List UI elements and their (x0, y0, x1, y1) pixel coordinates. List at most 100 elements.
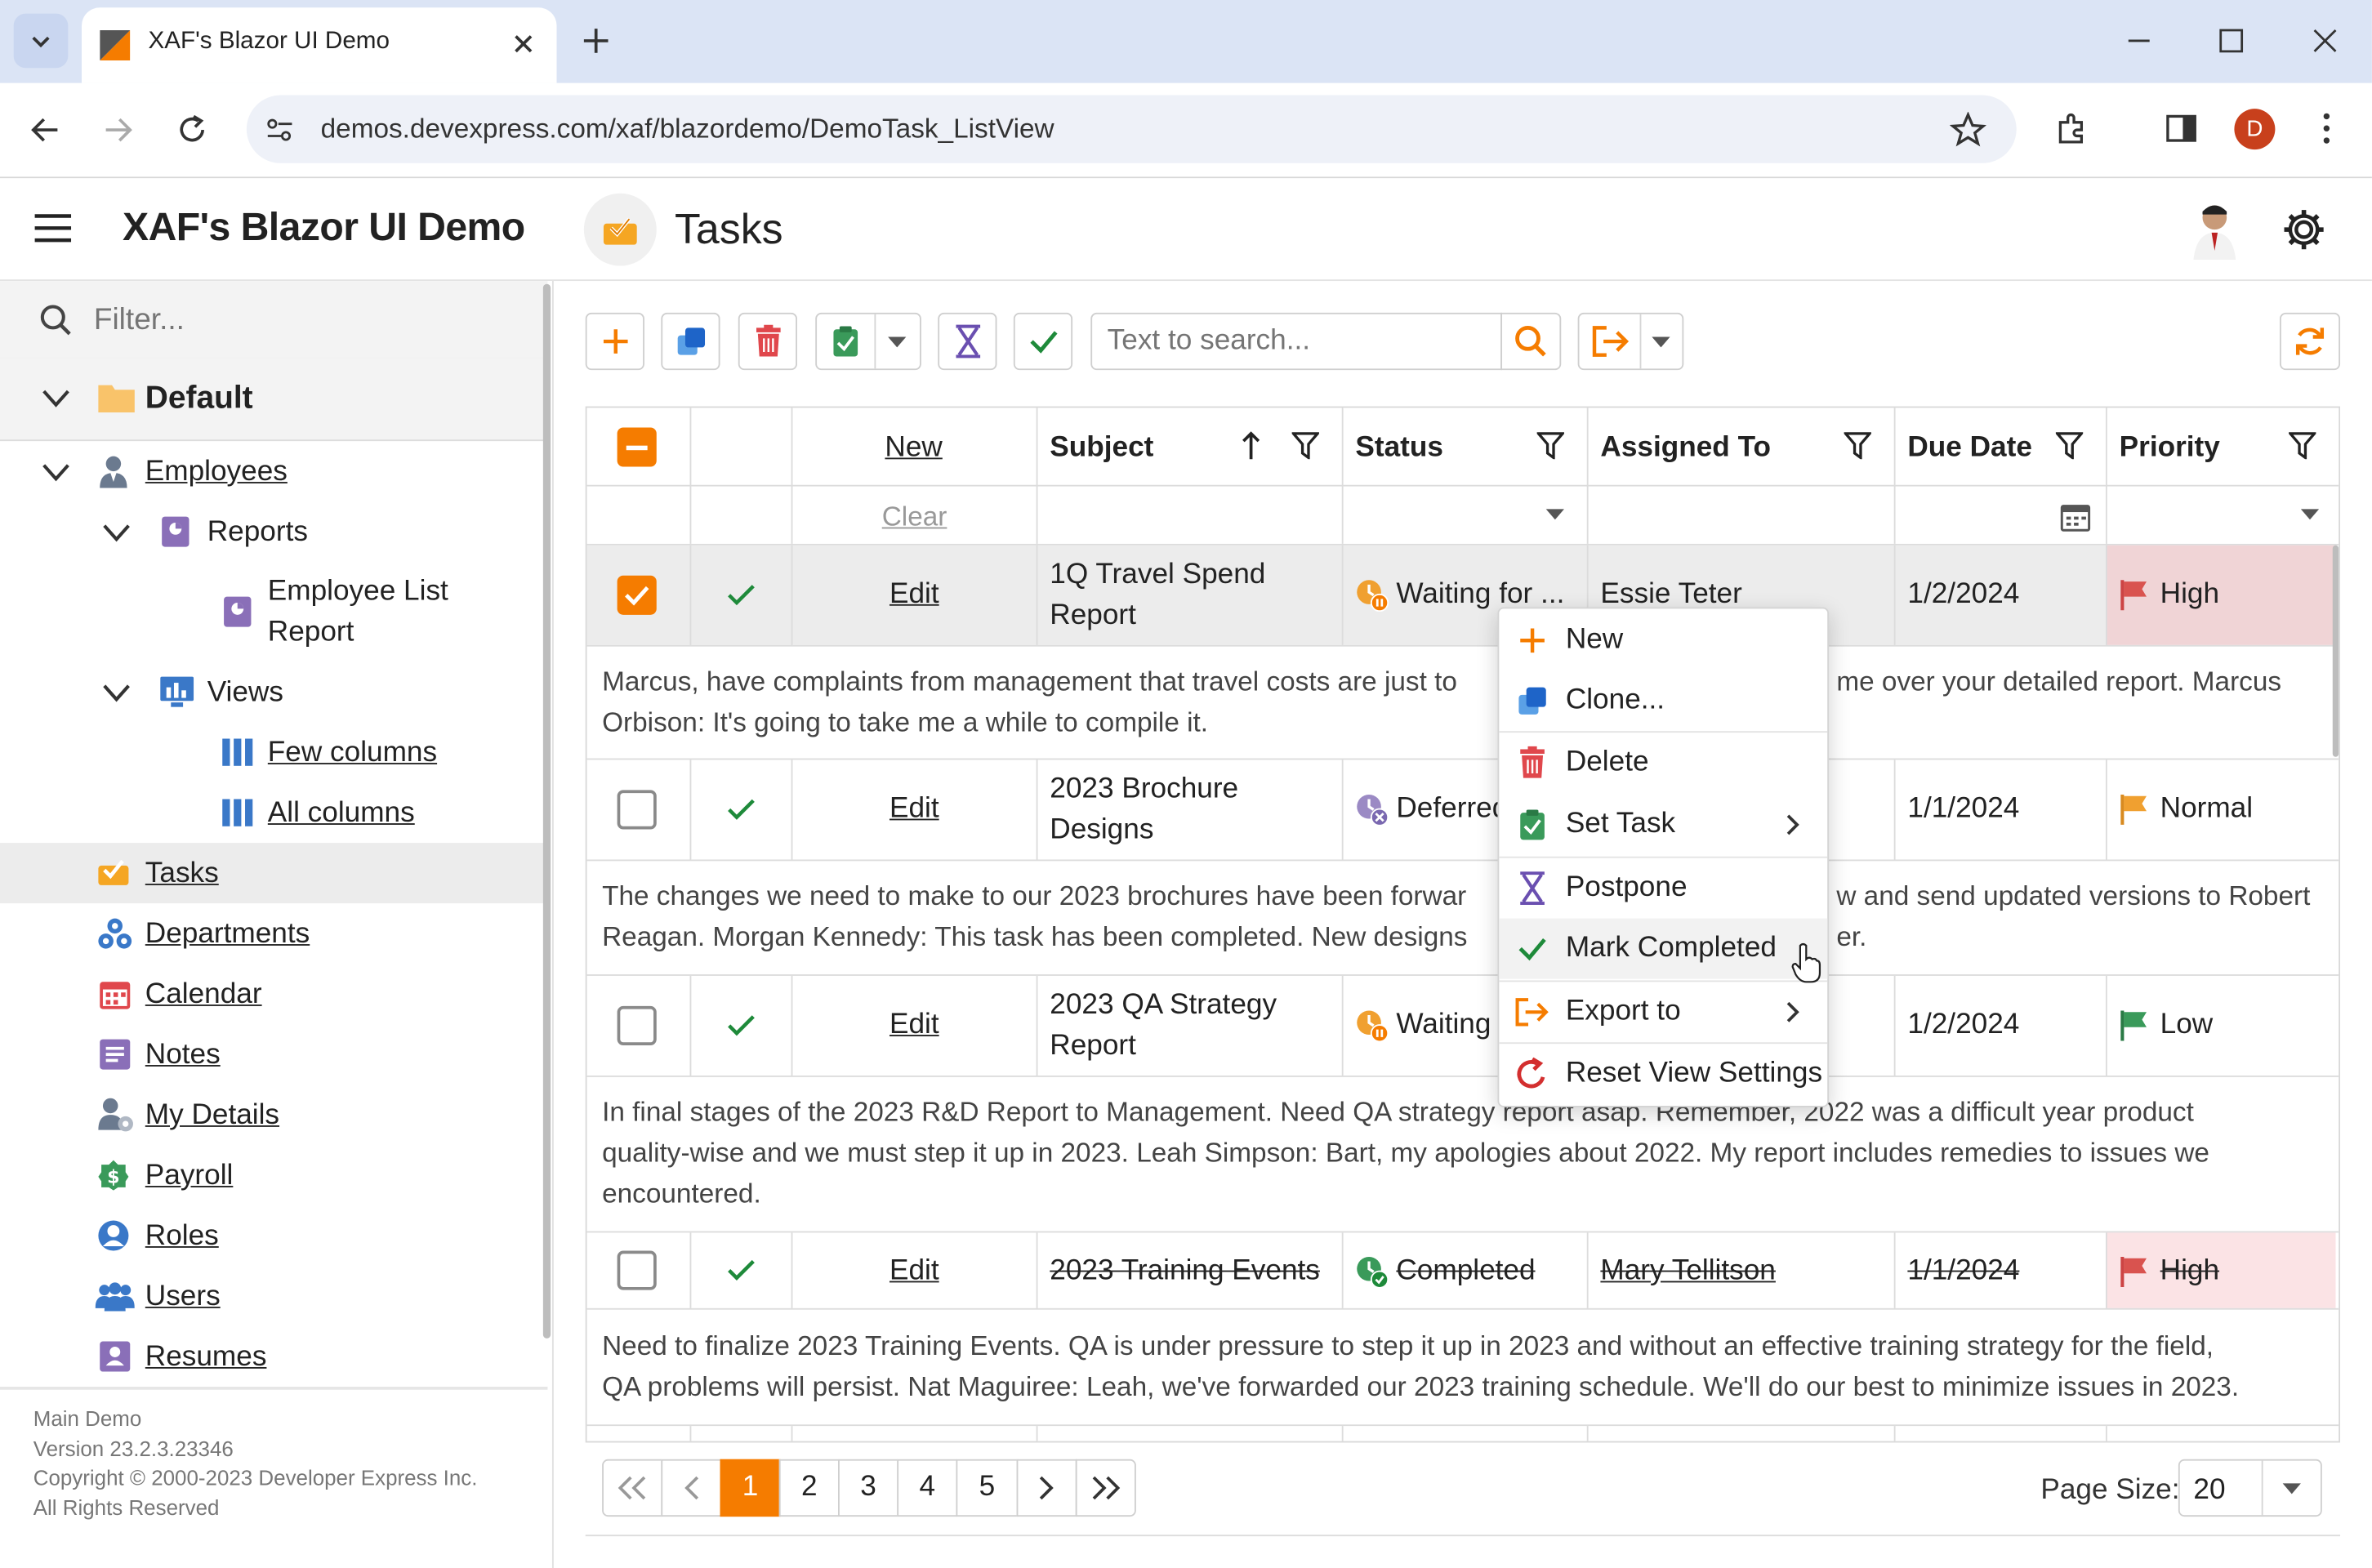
first-page-button[interactable] (602, 1459, 663, 1517)
search-button[interactable] (1500, 312, 1562, 371)
sidebar-item-departments[interactable]: Departments (0, 905, 547, 965)
forward-arrow-icon[interactable] (101, 114, 135, 147)
dropdown-caret-icon[interactable] (1545, 507, 1566, 522)
page-button-4[interactable]: 4 (897, 1459, 958, 1517)
dropdown-caret-icon[interactable] (2299, 507, 2321, 522)
address-bar[interactable]: demos.devexpress.com/xaf/blazordemo/Demo… (246, 95, 2017, 163)
extensions-icon[interactable] (2054, 110, 2090, 146)
last-page-button[interactable] (1075, 1459, 1136, 1517)
prev-page-button[interactable] (661, 1459, 722, 1517)
edit-link[interactable]: Edit (890, 1255, 939, 1289)
menu-item-mark-completed[interactable]: Mark Completed (1499, 918, 1828, 979)
row-checkbox[interactable] (617, 1250, 657, 1290)
column-header-priority[interactable]: Priority (2120, 432, 2220, 466)
sidebar-filter[interactable] (0, 281, 548, 360)
sidebar-item-users[interactable]: Users (0, 1267, 547, 1328)
edit-link[interactable]: Edit (890, 793, 939, 826)
select-all-checkbox[interactable] (617, 427, 657, 467)
sidebar-item-label: All columns (267, 797, 415, 830)
grid-scrollbar[interactable] (2332, 545, 2339, 757)
profile-avatar[interactable]: D (2234, 109, 2276, 150)
dropdown-caret-icon[interactable] (886, 336, 907, 350)
sidebar-item-few-columns[interactable]: Few columns (0, 724, 547, 784)
menu-item-postpone[interactable]: Postpone (1499, 858, 1827, 919)
sidebar-scrollbar[interactable] (542, 283, 551, 1339)
column-header-subject[interactable]: Subject (1050, 432, 1153, 466)
mark-completed-button[interactable] (1013, 312, 1073, 371)
edit-link[interactable]: Edit (890, 578, 939, 612)
table-row[interactable] (586, 545, 2106, 645)
star-icon[interactable] (1950, 111, 1986, 148)
user-avatar[interactable] (2187, 199, 2242, 261)
sidebar-item-tasks[interactable]: Tasks (0, 843, 548, 904)
menu-item-export-to[interactable]: Export to (1499, 982, 1827, 1042)
site-settings-icon[interactable] (265, 115, 295, 145)
minimize-icon[interactable] (2124, 25, 2154, 56)
sidebar-item-views[interactable]: Views (0, 663, 547, 724)
reload-icon[interactable] (176, 114, 209, 147)
page-button-1[interactable]: 1 (720, 1459, 781, 1517)
refresh-button[interactable] (2279, 312, 2341, 371)
search-input[interactable] (1104, 317, 1496, 366)
hamburger-menu-icon[interactable] (33, 212, 73, 245)
new-button[interactable] (585, 312, 644, 371)
filter-icon[interactable] (2055, 432, 2084, 460)
postpone-button[interactable] (938, 312, 997, 371)
back-arrow-icon[interactable] (29, 114, 62, 147)
sidebar-item-employee-list-report[interactable]: Employee List Report (0, 565, 547, 656)
sidebar-item-my-details[interactable]: My Details (0, 1086, 547, 1147)
menu-item-set-task[interactable]: Set Task (1499, 795, 1827, 855)
close-icon[interactable] (511, 32, 536, 56)
column-header-status[interactable]: Status (1355, 432, 1443, 466)
page-button-2[interactable]: 2 (778, 1459, 840, 1517)
calendar-picker-icon[interactable] (2060, 501, 2091, 532)
browser-tab[interactable]: XAF's Blazor UI Demo (82, 7, 557, 83)
window-close-icon[interactable] (2310, 25, 2340, 56)
clear-filter-link[interactable]: Clear (882, 501, 947, 533)
edit-link[interactable]: Edit (890, 1009, 939, 1043)
filter-icon[interactable] (1291, 432, 1319, 460)
row-checkbox[interactable] (617, 790, 657, 830)
search-box[interactable] (1090, 312, 1503, 371)
column-header-due-date[interactable]: Due Date (1907, 432, 2032, 466)
maximize-icon[interactable] (2216, 25, 2246, 56)
page-button-5[interactable]: 5 (956, 1459, 1019, 1517)
row-checkbox[interactable] (617, 1005, 657, 1045)
sidebar-item-reports[interactable]: Reports (0, 503, 547, 564)
export-button[interactable] (1577, 312, 1684, 371)
clone-button[interactable] (661, 312, 720, 371)
column-header-assigned-to[interactable]: Assigned To (1600, 432, 1771, 466)
filter-icon[interactable] (1844, 432, 1871, 460)
sidebar-item-notes[interactable]: Notes (0, 1026, 547, 1086)
preview-right: w and send updated versions to Robert (1836, 880, 2311, 911)
sidebar-item-all-columns[interactable]: All columns (0, 784, 547, 844)
filter-icon[interactable] (2289, 432, 2316, 460)
sidebar-item-roles[interactable]: Roles (0, 1207, 547, 1267)
menu-item-reset-view-settings[interactable]: Reset View Settings (1499, 1044, 1827, 1104)
tab-search-button[interactable] (13, 13, 69, 69)
sidebar-group-default[interactable]: Default (0, 358, 548, 442)
sort-ascending-icon[interactable] (1241, 430, 1262, 461)
delete-button[interactable] (738, 312, 798, 371)
menu-item-clone[interactable]: Clone... (1499, 670, 1827, 731)
page-button-3[interactable]: 3 (838, 1459, 899, 1517)
menu-item-delete[interactable]: Delete (1499, 733, 1827, 793)
new-tab-icon[interactable] (581, 25, 611, 56)
set-task-button[interactable] (815, 312, 921, 371)
menu-item-new[interactable]: New (1499, 610, 1827, 670)
side-panel-icon[interactable] (2163, 110, 2199, 146)
sidebar-filter-input[interactable] (91, 296, 521, 345)
sidebar-item-employees[interactable]: Employees (0, 443, 547, 503)
sidebar-item-calendar[interactable]: Calendar (0, 965, 547, 1026)
menu-dots-icon[interactable] (2312, 110, 2342, 146)
sidebar-item-resumes[interactable]: Resumes (0, 1328, 547, 1388)
assigned-to-link[interactable]: Mary Tellitson (1600, 1255, 1775, 1289)
sidebar-item-payroll[interactable]: $ Payroll (0, 1147, 547, 1207)
new-link[interactable]: New (885, 432, 942, 466)
filter-icon[interactable] (1536, 432, 1564, 460)
gear-icon[interactable] (2281, 207, 2327, 252)
dropdown-caret-icon[interactable] (1651, 336, 1672, 350)
row-checkbox-checked[interactable] (617, 575, 657, 615)
next-page-button[interactable] (1016, 1459, 1077, 1517)
page-size-select[interactable]: 20 (2178, 1459, 2322, 1517)
